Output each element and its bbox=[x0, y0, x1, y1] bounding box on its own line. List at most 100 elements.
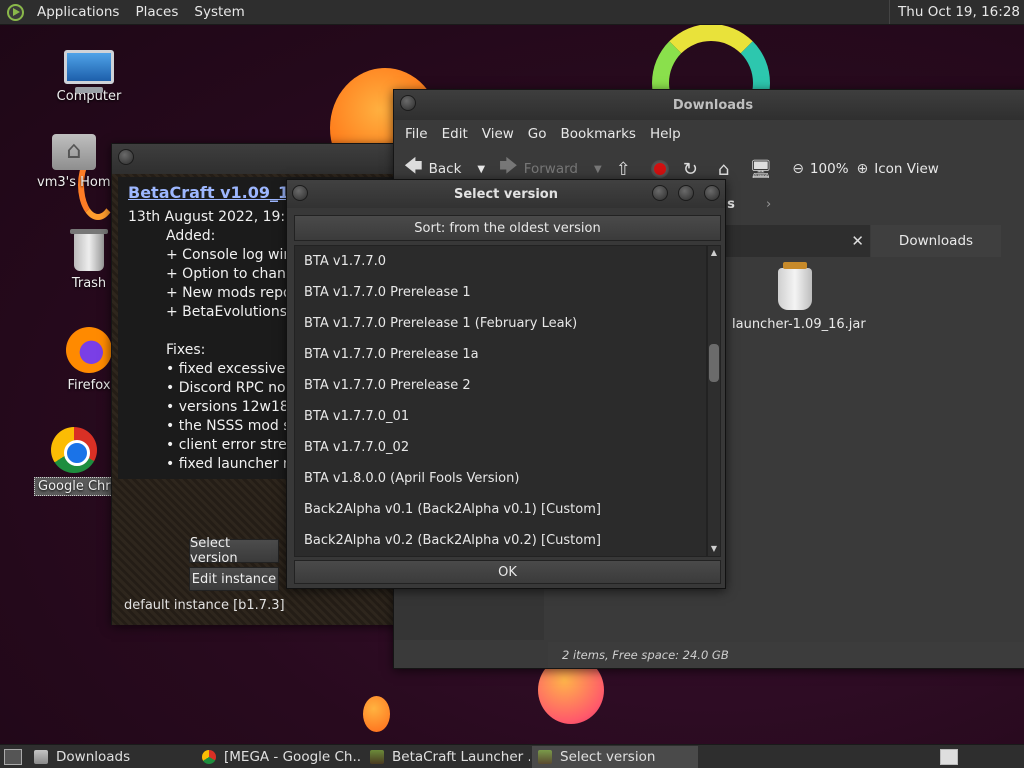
window-menu-icon[interactable] bbox=[400, 95, 416, 111]
chrome-icon bbox=[202, 749, 216, 764]
taskbar-item-label: Downloads bbox=[56, 748, 131, 765]
menu-edit[interactable]: Edit bbox=[435, 126, 475, 142]
firefox-icon bbox=[66, 327, 112, 373]
back-label: Back bbox=[428, 161, 462, 177]
computer-button[interactable]: 🖥 bbox=[749, 159, 778, 180]
desktop-icon-label: vm3's Home bbox=[37, 175, 114, 190]
up-arrow-icon: ⇧ bbox=[615, 158, 631, 180]
version-item[interactable]: BTA v1.7.7.0 Prerelease 1 bbox=[295, 277, 706, 308]
folder-icon bbox=[34, 749, 48, 764]
breadcrumb-next-icon[interactable]: › bbox=[766, 197, 771, 212]
menu-bookmarks[interactable]: Bookmarks bbox=[554, 126, 643, 142]
status-bar: 2 items, Free space: 24.0 GB bbox=[548, 642, 1024, 668]
menu-help[interactable]: Help bbox=[643, 126, 688, 142]
maximize-icon[interactable] bbox=[678, 185, 694, 201]
version-item[interactable]: BTA v1.7.7.0_01 bbox=[295, 401, 706, 432]
menu-go[interactable]: Go bbox=[521, 126, 554, 142]
trash-icon bbox=[70, 229, 108, 271]
system-menu[interactable]: System bbox=[186, 4, 252, 20]
applications-menu[interactable]: Applications bbox=[29, 4, 127, 20]
wallpaper-shape bbox=[363, 696, 390, 732]
taskbar-item-label: BetaCraft Launcher ... bbox=[392, 748, 530, 765]
menu-file[interactable]: File bbox=[398, 126, 435, 142]
taskbar-item-label: Select version bbox=[560, 748, 656, 765]
menu-view[interactable]: View bbox=[475, 126, 521, 142]
places-menu[interactable]: Places bbox=[127, 4, 186, 20]
taskbar-item-chrome[interactable]: [MEGA - Google Ch... bbox=[196, 746, 362, 768]
back-history-dropdown-icon[interactable]: ▼ bbox=[477, 164, 485, 175]
desktop-icon-label: Google Chrome bbox=[34, 477, 114, 496]
forward-history-dropdown-icon[interactable]: ▼ bbox=[594, 164, 602, 175]
up-button[interactable]: ⇧ bbox=[616, 159, 637, 180]
taskbar-item-downloads[interactable]: Downloads bbox=[28, 746, 194, 768]
jar-file-icon[interactable] bbox=[778, 262, 812, 310]
version-item[interactable]: Back2Alpha v0.2 (Back2Alpha v0.2) [Custo… bbox=[295, 525, 706, 556]
minimize-icon[interactable] bbox=[652, 185, 668, 201]
dialog-titlebar[interactable]: Select version bbox=[287, 180, 725, 208]
home-icon: ⌂ bbox=[717, 158, 730, 180]
version-item[interactable]: BTA v1.7.7.0_02 bbox=[295, 432, 706, 463]
sort-button[interactable]: Sort: from the oldest version bbox=[294, 215, 721, 241]
chrome-icon bbox=[51, 427, 97, 473]
dialog-title: Select version bbox=[454, 186, 558, 202]
version-list[interactable]: BTA v1.7.7.0 BTA v1.7.7.0 Prerelease 1 B… bbox=[294, 245, 707, 557]
select-version-button[interactable]: Select version bbox=[189, 536, 279, 566]
desktop-icon-home[interactable]: vm3's Home bbox=[34, 126, 114, 191]
zoom-in-icon: ⊕ bbox=[856, 161, 869, 177]
menu-bar: File Edit View Go Bookmarks Help bbox=[394, 120, 1024, 148]
reload-button[interactable]: ↻ bbox=[683, 159, 704, 180]
file-manager-titlebar[interactable]: Downloads bbox=[394, 90, 1024, 120]
view-mode-label: Icon View bbox=[874, 161, 939, 177]
tab-downloads[interactable]: Downloads bbox=[871, 225, 1001, 257]
taskbar-item-select-version[interactable]: Select version bbox=[532, 745, 698, 768]
instance-label: default instance [b1.7.3] bbox=[124, 598, 285, 613]
computer-icon: 🖥 bbox=[749, 158, 773, 180]
desktop-icon-label: Firefox bbox=[67, 378, 111, 393]
reload-icon: ↻ bbox=[682, 158, 698, 180]
window-menu-icon[interactable] bbox=[292, 185, 308, 201]
workspace-switcher-icon[interactable] bbox=[940, 748, 958, 765]
betacraft-icon bbox=[370, 749, 384, 764]
zoom-out-icon: ⊖ bbox=[792, 161, 804, 177]
clock[interactable]: Thu Oct 19, 16:28 bbox=[889, 0, 1024, 24]
scroll-down-icon[interactable]: ▼ bbox=[708, 542, 720, 556]
select-version-dialog: Select version Sort: from the oldest ver… bbox=[286, 179, 726, 589]
top-menu: Applications Places System bbox=[29, 0, 253, 24]
close-icon[interactable] bbox=[704, 185, 720, 201]
view-mode-select[interactable]: ⊕ Icon View bbox=[857, 161, 939, 177]
top-panel: Applications Places System Thu Oct 19, 1… bbox=[0, 0, 1024, 25]
show-desktop-icon[interactable] bbox=[4, 748, 22, 765]
edit-instance-button[interactable]: Edit instance bbox=[189, 567, 279, 591]
close-tab-icon[interactable]: ✕ bbox=[851, 232, 864, 250]
taskbar: Downloads [MEGA - Google Ch... BetaCraft… bbox=[0, 744, 1024, 768]
scroll-up-icon[interactable]: ▲ bbox=[708, 246, 720, 260]
stop-icon bbox=[650, 160, 669, 178]
version-item[interactable]: BTA v1.7.7.0 bbox=[295, 246, 706, 277]
version-list-scrollbar[interactable]: ▲ ▼ bbox=[707, 245, 721, 557]
version-item[interactable]: Back2Alpha v0.1 (Back2Alpha v0.1) [Custo… bbox=[295, 494, 706, 525]
distro-logo-icon[interactable] bbox=[7, 3, 24, 21]
version-item[interactable]: BTA v1.8.0.0 (April Fools Version) bbox=[295, 463, 706, 494]
forward-label: Forward bbox=[523, 161, 578, 177]
home-button[interactable]: ⌂ bbox=[718, 159, 735, 180]
scrollbar-thumb[interactable] bbox=[709, 344, 719, 382]
home-folder-icon bbox=[52, 134, 96, 170]
window-title: Downloads bbox=[672, 97, 754, 113]
version-item[interactable]: BTA v1.7.7.0 Prerelease 1a bbox=[295, 339, 706, 370]
desktop-icon-chrome[interactable]: Google Chrome bbox=[34, 427, 114, 496]
desktop-icon-label: Trash bbox=[71, 276, 107, 291]
file-label[interactable]: launcher-1.09_16.jar bbox=[732, 317, 866, 332]
version-item[interactable]: BTA v1.7.7.0 Prerelease 2 bbox=[295, 370, 706, 401]
desktop-icon-computer[interactable]: Computer bbox=[34, 44, 144, 105]
version-item[interactable]: BTA v1.7.7.0 Prerelease 1 (February Leak… bbox=[295, 308, 706, 339]
taskbar-item-betacraft[interactable]: BetaCraft Launcher ... bbox=[364, 746, 530, 768]
betacraft-titlebar[interactable] bbox=[112, 144, 400, 174]
computer-icon bbox=[64, 50, 114, 93]
betacraft-icon bbox=[538, 749, 552, 764]
zoom-level: 100% bbox=[809, 161, 849, 177]
stop-button[interactable] bbox=[650, 160, 669, 178]
window-menu-icon[interactable] bbox=[118, 149, 134, 165]
zoom-out-button[interactable]: ⊖ 100% bbox=[792, 161, 848, 177]
ok-button[interactable]: OK bbox=[294, 560, 721, 584]
taskbar-item-label: [MEGA - Google Ch... bbox=[224, 748, 362, 765]
